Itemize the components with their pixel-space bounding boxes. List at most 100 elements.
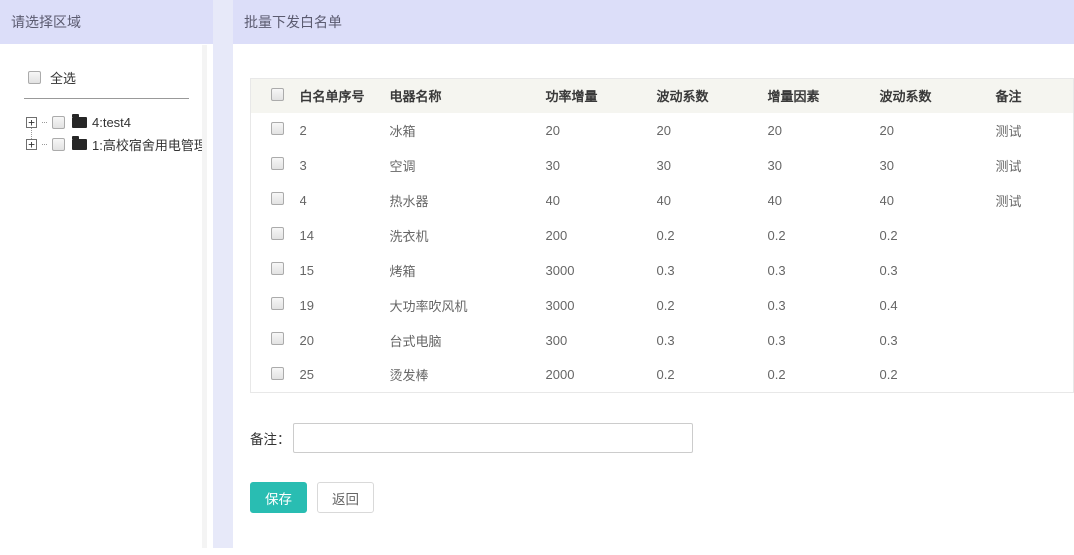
cell-wave2: 0.2 (880, 358, 996, 393)
cell-power: 40 (546, 183, 657, 218)
cell-seq: 3 (300, 148, 390, 183)
panel-gap (213, 0, 233, 548)
cell-wave1: 20 (657, 113, 768, 148)
cell-remark: 测试 (996, 183, 1074, 218)
cell-remark (996, 358, 1074, 393)
row-checkbox[interactable] (271, 122, 284, 135)
cell-inc: 30 (768, 148, 880, 183)
cell-name: 烤箱 (390, 253, 546, 288)
column-header: 白名单序号 (300, 79, 390, 113)
cell-inc: 20 (768, 113, 880, 148)
cell-remark (996, 323, 1074, 358)
cell-seq: 25 (300, 358, 390, 393)
cell-name: 台式电脑 (390, 323, 546, 358)
table-header-row: 白名单序号 电器名称 功率增量 波动系数 增量因素 波动系数 备注 (251, 79, 1074, 113)
cell-name: 洗衣机 (390, 218, 546, 253)
region-tree: + 4:test4 + 1:高校宿舍用电管理 (26, 111, 213, 155)
cell-wave2: 30 (880, 148, 996, 183)
cell-inc: 0.2 (768, 218, 880, 253)
row-checkbox[interactable] (271, 367, 284, 380)
expand-plus-icon[interactable]: + (26, 139, 37, 150)
cell-remark (996, 218, 1074, 253)
table-row: 20 台式电脑 300 0.3 0.3 0.3 (251, 323, 1074, 358)
column-header: 电器名称 (390, 79, 546, 113)
cell-inc: 0.3 (768, 288, 880, 323)
select-all-checkbox[interactable] (28, 71, 41, 84)
cell-power: 300 (546, 323, 657, 358)
table-row: 25 烫发棒 2000 0.2 0.2 0.2 (251, 358, 1074, 393)
table-row: 14 洗衣机 200 0.2 0.2 0.2 (251, 218, 1074, 253)
cell-remark: 测试 (996, 148, 1074, 183)
column-header: 波动系数 (657, 79, 768, 113)
cell-wave2: 0.2 (880, 218, 996, 253)
tree-item: + 4:test4 (26, 111, 213, 133)
cell-wave1: 0.2 (657, 288, 768, 323)
select-all-label: 全选 (50, 68, 76, 87)
cell-remark (996, 288, 1074, 323)
cell-inc: 0.3 (768, 253, 880, 288)
cell-wave1: 0.2 (657, 218, 768, 253)
panel-content: 白名单序号 电器名称 功率增量 波动系数 增量因素 波动系数 备注 2 冰箱 (233, 44, 1074, 513)
row-checkbox[interactable] (271, 157, 284, 170)
tree-dotted-link (42, 122, 47, 123)
cell-power: 20 (546, 113, 657, 148)
sidebar-body: 全选 + 4:test4 + 1:高校宿舍用电管理 (0, 44, 213, 155)
cell-wave2: 20 (880, 113, 996, 148)
cell-wave2: 40 (880, 183, 996, 218)
row-checkbox[interactable] (271, 227, 284, 240)
sidebar-scrollbar[interactable] (202, 45, 207, 548)
whitelist-panel: 批量下发白名单 白名单序号 电器名称 功率增量 波动系数 增量因素 (233, 0, 1074, 555)
cell-power: 3000 (546, 288, 657, 323)
folder-icon (72, 139, 87, 150)
cell-wave2: 0.3 (880, 323, 996, 358)
sidebar-divider (24, 98, 189, 99)
save-button[interactable]: 保存 (250, 482, 307, 513)
row-checkbox[interactable] (271, 192, 284, 205)
button-row: 保存 返回 (250, 482, 1074, 513)
cell-seq: 20 (300, 323, 390, 358)
cell-power: 30 (546, 148, 657, 183)
select-all[interactable]: 全选 (0, 68, 213, 87)
column-header: 增量因素 (768, 79, 880, 113)
cell-name: 空调 (390, 148, 546, 183)
cell-seq: 19 (300, 288, 390, 323)
table-row: 3 空调 30 30 30 30 测试 (251, 148, 1074, 183)
row-checkbox[interactable] (271, 332, 284, 345)
column-header: 波动系数 (880, 79, 996, 113)
remark-input[interactable] (293, 423, 693, 453)
cell-wave1: 30 (657, 148, 768, 183)
cell-wave1: 0.2 (657, 358, 768, 393)
page: 请选择区域 全选 + 4:test4 + (0, 0, 1074, 555)
tree-node-label[interactable]: 4:test4 (92, 115, 131, 130)
cell-remark (996, 253, 1074, 288)
folder-icon (72, 117, 87, 128)
column-header: 功率增量 (546, 79, 657, 113)
cell-name: 冰箱 (390, 113, 546, 148)
cell-wave2: 0.3 (880, 253, 996, 288)
back-button[interactable]: 返回 (317, 482, 374, 513)
cell-seq: 4 (300, 183, 390, 218)
expand-plus-icon[interactable]: + (26, 117, 37, 128)
cell-name: 大功率吹风机 (390, 288, 546, 323)
select-all-rows-checkbox[interactable] (271, 88, 284, 101)
cell-name: 烫发棒 (390, 358, 546, 393)
cell-seq: 14 (300, 218, 390, 253)
tree-node-checkbox[interactable] (52, 138, 65, 151)
remark-label: 备注： (250, 428, 291, 448)
cell-name: 热水器 (390, 183, 546, 218)
region-sidebar: 请选择区域 全选 + 4:test4 + (0, 0, 213, 555)
cell-power: 200 (546, 218, 657, 253)
table-row: 19 大功率吹风机 3000 0.2 0.3 0.4 (251, 288, 1074, 323)
row-checkbox[interactable] (271, 297, 284, 310)
row-checkbox[interactable] (271, 262, 284, 275)
cell-inc: 40 (768, 183, 880, 218)
cell-remark: 测试 (996, 113, 1074, 148)
tree-dotted-link (42, 144, 47, 145)
tree-node-label[interactable]: 1:高校宿舍用电管理 (92, 135, 207, 154)
tree-item: + 1:高校宿舍用电管理 (26, 133, 213, 155)
cell-wave1: 40 (657, 183, 768, 218)
cell-power: 2000 (546, 358, 657, 393)
cell-seq: 15 (300, 253, 390, 288)
cell-seq: 2 (300, 113, 390, 148)
tree-node-checkbox[interactable] (52, 116, 65, 129)
